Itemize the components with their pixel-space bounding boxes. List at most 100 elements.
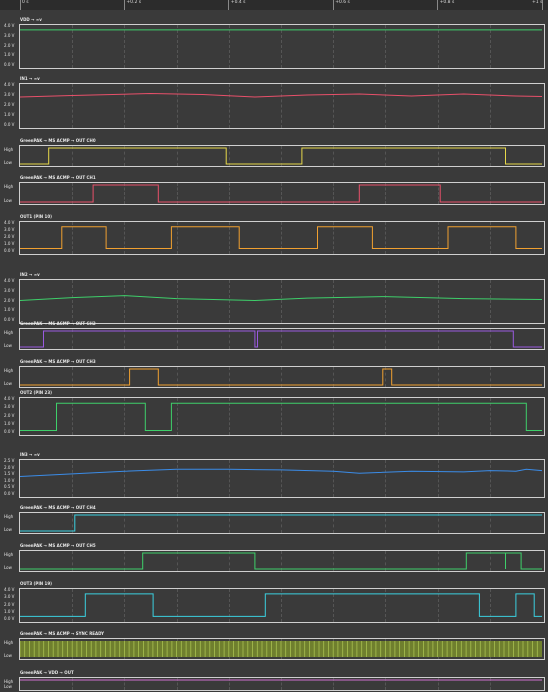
digital-waveform [20,147,542,165]
channel-plot[interactable] [19,677,545,691]
y-axis-label: 3.0 V [4,227,15,232]
y-axis-label: 4.0 V [4,396,15,401]
channel-plot[interactable] [19,24,545,69]
y-axis-label: 1.0 V [4,112,15,117]
y-axis-label: Low [4,198,12,203]
y-axis-label: 2.0 V [4,234,15,239]
y-axis-label: High [4,552,14,557]
y-axis-label: Low [4,343,12,348]
y-axis-label: 3.0 V [4,594,15,600]
y-axis-label: 3.0 V [4,404,15,410]
signal-trace [20,92,542,98]
digital-waveform [20,368,542,386]
y-axis-label: 0.5 V [4,484,15,490]
channel-plot[interactable] [19,366,545,388]
channel-plot[interactable] [19,182,545,205]
analog-waveform [20,92,542,98]
digital-waveform [20,402,542,432]
channel-title: OUT2 (PIN 23) [20,390,52,395]
y-axis-label: 1.0 V [4,608,15,614]
channel-plot[interactable] [19,328,545,350]
channel-title: VDD → ∞v [20,17,42,22]
channel-plot[interactable] [19,512,545,534]
channel-title: GreenPAK → MS ACMP → OUT CH1 [20,175,96,180]
y-axis-label: 0.0 V [4,62,15,67]
y-axis-label: High [4,640,14,645]
y-axis-label: Low [4,527,12,532]
ruler-tick [228,0,230,10]
digital-waveform [20,514,542,532]
analog-waveform [20,295,542,302]
ruler-tick-label: +0.2 s [126,0,142,5]
y-axis-label: 2.0 V [4,412,15,418]
channel-title: IN2 → ∞v [20,272,40,277]
y-axis-label: 2.5 V [4,458,15,463]
ruler-tick [19,0,21,10]
channel-title: IN3 → ∞v [20,452,40,457]
signal-trace [20,226,542,249]
y-axis-label: 1.0 V [4,241,15,246]
time-ruler[interactable]: 0 s +0.2 s +0.4 s +0.6 s +0.8 s +1 s [0,0,548,10]
y-axis-label: 0.0 V [4,491,15,496]
ruler-tick [123,0,125,10]
channel-title: GreenPAK → VDD → OUT [20,670,74,675]
channel-plot[interactable] [19,279,545,324]
ruler-tick-label: +1 s [532,0,543,5]
y-axis-label: 2.0 V [4,102,15,107]
channel-title: GreenPAK → MS ACMP → OUT CH0 [20,138,96,143]
y-axis-label: 1.5 V [4,471,15,477]
channel-title: GreenPAK → MS ACMP → SYNC READY [20,631,105,636]
channel-plot[interactable] [19,588,545,623]
channel-plot[interactable] [19,83,545,129]
channel-plot[interactable] [19,221,545,255]
y-axis-label: 2.0 V [4,601,15,607]
y-axis-label: 3.0 V [4,287,15,293]
digital-waveform [20,593,542,617]
channel-plot[interactable] [19,550,545,572]
signal-trace [20,295,542,302]
y-axis-label: High [4,147,14,152]
y-axis-label: 0.0 V [4,616,15,621]
y-axis-label: High [4,330,14,335]
ruler-tick [437,0,439,10]
signal-trace [20,593,542,617]
signal-trace [20,402,542,432]
digital-waveform [20,330,542,348]
channel-plot[interactable] [19,459,545,498]
y-axis-label: 4.0 V [4,278,15,283]
y-axis-label: Low [4,684,12,689]
y-axis-label: 3.0 V [4,32,15,38]
channel-plot[interactable] [19,145,545,167]
y-axis-label: 4.0 V [4,23,15,28]
y-axis-label: 1.0 V [4,52,15,58]
y-axis-label: 1.0 V [4,477,15,483]
channel-plot[interactable] [19,638,545,660]
ruler-tick-label: +0.6 s [335,0,350,5]
y-axis-label: 3.0 V [4,92,15,97]
channel-title: GreenPAK → MS ACMP → OUT CH2 [20,321,96,326]
y-axis-label: 0.0 V [4,429,15,434]
y-axis-label: 0.0 V [4,122,15,127]
y-axis-label: 1.0 V [4,307,15,313]
signal-trace [20,641,542,657]
signal-trace [20,552,542,570]
y-axis-label: 2.0 V [4,464,15,470]
y-axis-label: Low [4,565,12,570]
y-axis-label: High [4,514,14,519]
y-axis-label: 4.0 V [4,82,15,87]
ruler-tick-label: +0.4 s [230,0,246,5]
y-axis-label: 2.0 V [4,42,15,48]
digital-waveform [20,552,542,570]
channel-title: GreenPAK → MS ACMP → OUT CH3 [20,359,96,364]
signal-trace [20,147,542,165]
y-axis-label: 4.0 V [4,220,15,225]
channel-plot[interactable] [19,397,545,436]
ruler-tick-label: 0 s [22,0,29,5]
channel-title: GreenPAK → MS ACMP → OUT CH5 [20,543,96,548]
y-axis-label: High [4,184,14,189]
y-axis-label: 1.0 V [4,420,15,426]
ruler-tick [332,0,334,10]
ruler-tick-label: +0.8 s [439,0,455,5]
signal-trace [20,514,542,532]
analog-waveform [20,468,542,477]
